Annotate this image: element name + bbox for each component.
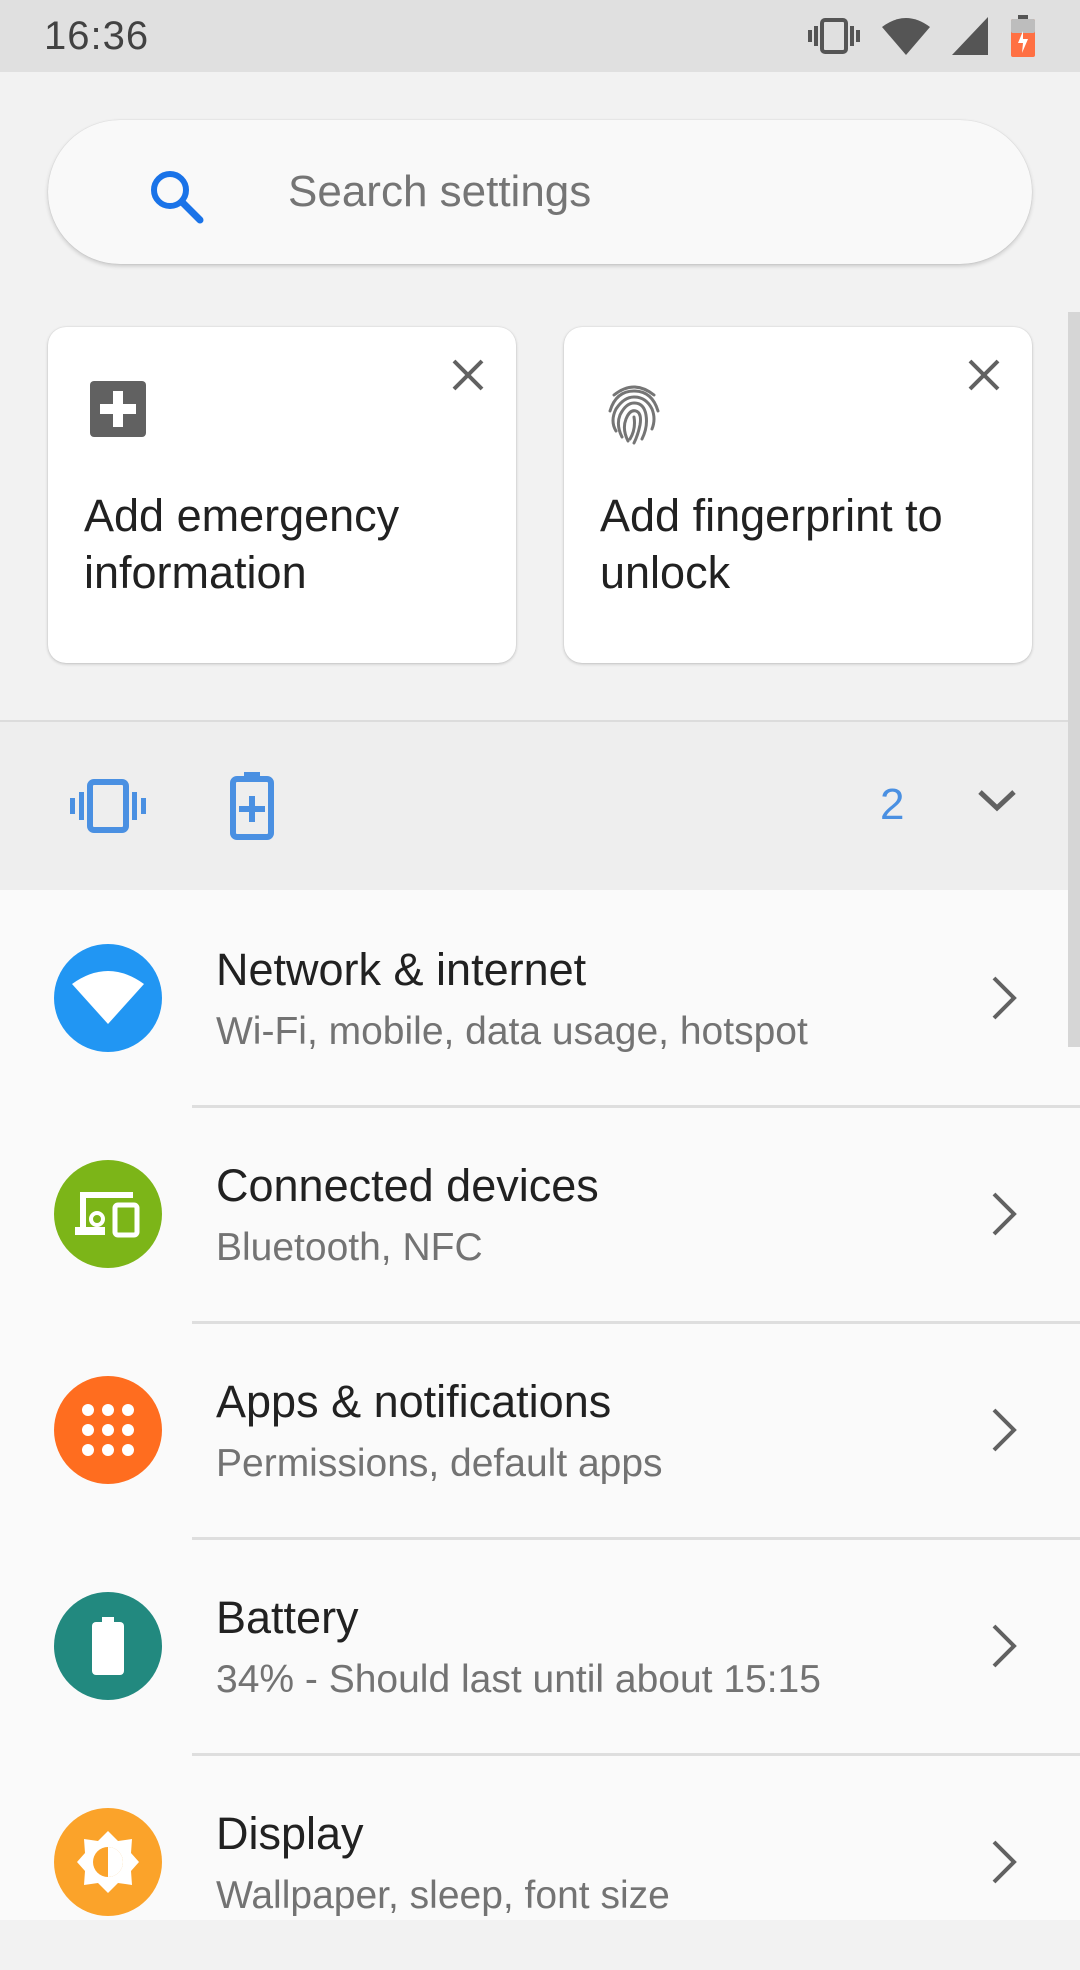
settings-item-display[interactable]: Display Wallpaper, sleep, font size xyxy=(0,1754,1080,1970)
settings-item-network[interactable]: Network & internet Wi-Fi, mobile, data u… xyxy=(0,890,1080,1106)
item-subtitle: 34% - Should last until about 15:15 xyxy=(216,1658,821,1701)
suggestion-card-emergency[interactable]: Add emergency information xyxy=(48,327,516,663)
battery-saver-icon xyxy=(230,772,274,845)
vibrate-icon xyxy=(808,16,860,56)
settings-list: Network & internet Wi-Fi, mobile, data u… xyxy=(0,890,1080,1920)
item-title: Connected devices xyxy=(216,1160,599,1211)
wifi-icon xyxy=(54,944,162,1052)
search-input[interactable]: Search settings xyxy=(288,120,591,264)
chevron-right-icon xyxy=(990,1838,1020,1891)
vibrate-icon xyxy=(70,778,146,839)
expand-conditions-button[interactable] xyxy=(976,786,1018,819)
brightness-icon xyxy=(54,1808,162,1916)
settings-item-connected-devices[interactable]: Connected devices Bluetooth, NFC xyxy=(0,1106,1080,1322)
scrollbar[interactable] xyxy=(1068,312,1080,1047)
status-bar: 16:36 xyxy=(0,0,1080,72)
status-time: 16:36 xyxy=(44,13,150,58)
item-title: Display xyxy=(216,1808,364,1859)
suggestion-card-fingerprint[interactable]: Add fingerprint to unlock xyxy=(564,327,1032,663)
devices-icon xyxy=(54,1160,162,1268)
dismiss-fingerprint-button[interactable] xyxy=(966,357,1002,398)
search-icon xyxy=(148,168,206,229)
chevron-right-icon xyxy=(990,1190,1020,1243)
item-title: Network & internet xyxy=(216,944,587,995)
conditions-count: 2 xyxy=(880,780,905,829)
item-subtitle: Wi-Fi, mobile, data usage, hotspot xyxy=(216,1010,808,1053)
item-subtitle: Bluetooth, NFC xyxy=(216,1226,483,1269)
chevron-right-icon xyxy=(990,1622,1020,1675)
item-subtitle: Permissions, default apps xyxy=(216,1442,663,1485)
card-title: Add emergency information xyxy=(84,490,400,598)
close-icon xyxy=(968,359,1000,391)
status-icons xyxy=(808,15,1036,57)
item-subtitle: Wallpaper, sleep, font size xyxy=(216,1874,670,1917)
emergency-plus-icon xyxy=(90,381,146,442)
search-bar[interactable]: Search settings xyxy=(48,120,1032,264)
chevron-right-icon xyxy=(990,1406,1020,1459)
dismiss-emergency-button[interactable] xyxy=(450,357,486,398)
chevron-down-icon xyxy=(978,790,1016,812)
card-title: Add fingerprint to unlock xyxy=(600,490,943,598)
item-title: Apps & notifications xyxy=(216,1376,612,1427)
wifi-icon xyxy=(882,17,930,55)
battery-charging-icon xyxy=(1010,15,1036,57)
fingerprint-icon xyxy=(606,381,662,450)
chevron-right-icon xyxy=(990,974,1020,1027)
settings-item-battery[interactable]: Battery 34% - Should last until about 15… xyxy=(0,1538,1080,1754)
item-title: Battery xyxy=(216,1592,359,1643)
conditions-bar[interactable]: 2 xyxy=(0,720,1080,890)
settings-item-apps[interactable]: Apps & notifications Permissions, defaul… xyxy=(0,1322,1080,1538)
apps-grid-icon xyxy=(54,1376,162,1484)
signal-icon xyxy=(952,17,988,55)
battery-icon xyxy=(54,1592,162,1700)
close-icon xyxy=(452,359,484,391)
